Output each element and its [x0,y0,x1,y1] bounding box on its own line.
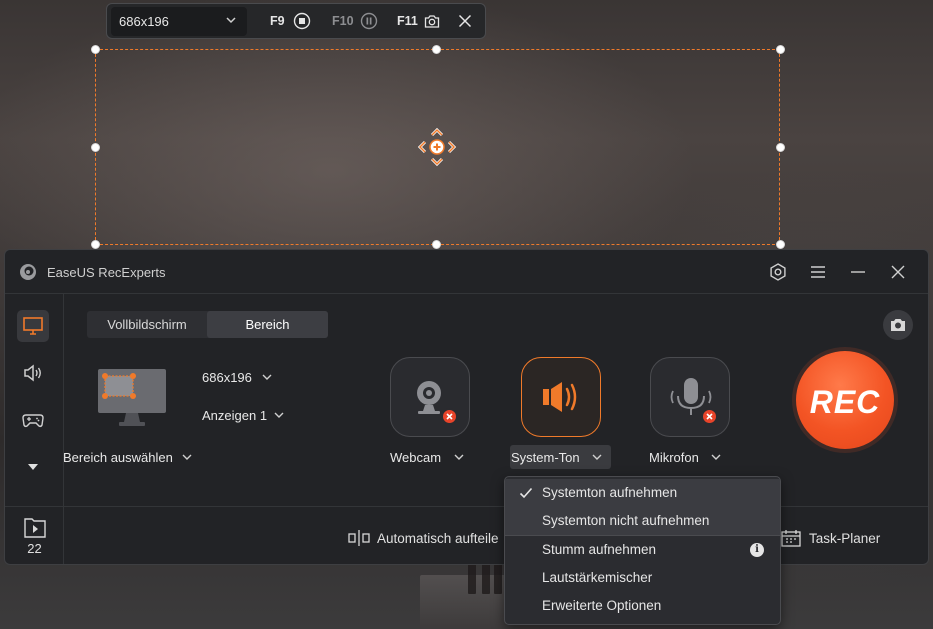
resize-handle-br[interactable] [776,240,785,249]
close-icon[interactable] [888,262,908,282]
region-monitor-icon[interactable] [97,368,167,430]
chevron-down-icon [262,374,272,380]
check-icon [519,487,533,499]
menu-item-label: Systemton aufnehmen [542,485,678,500]
resize-handle-tr[interactable] [776,45,785,54]
region-size-dropdown[interactable]: 686x196 [202,370,272,385]
microphone-icon [670,378,712,415]
resize-handle-l[interactable] [91,143,100,152]
menu-item-label: Stumm aufnehmen [542,542,657,557]
system-sound-button[interactable] [521,357,601,437]
menu-item-advanced-options[interactable]: Erweiterte Optionen [505,592,780,620]
region-size-label: 686x196 [202,370,252,385]
region-size-value: 686x196 [119,14,169,29]
display-label: Anzeigen 1 [202,408,268,423]
system-sound-label: System-Ton [511,450,580,465]
webcam-icon [417,381,441,414]
settings-icon[interactable] [768,262,788,282]
minimize-icon[interactable] [848,262,868,282]
chevron-down-icon [454,454,464,460]
resize-handle-r[interactable] [776,143,785,152]
hotkey-f11: F11 [397,14,418,28]
sidebar-item-game[interactable] [17,404,49,436]
sidebar-more-button[interactable] [17,451,49,483]
menu-item-record-muted[interactable]: Stumm aufnehmen i [505,536,780,564]
pause-icon[interactable] [360,12,378,30]
task-planer-label: Task-Planer [809,531,881,546]
microphone-dropdown[interactable]: Mikrofon [649,450,721,465]
info-icon[interactable]: i [750,543,764,557]
webcam-button[interactable] [390,357,470,437]
stop-icon[interactable] [293,12,311,30]
menu-item-label: Erweiterte Optionen [542,598,662,613]
menu-icon[interactable] [808,262,828,282]
app-logo-icon [20,264,36,280]
select-region-dropdown[interactable]: Bereich auswählen [63,450,192,465]
region-size-select[interactable]: 686x196 [111,7,247,36]
background-figure [482,560,490,594]
select-region-label: Bereich auswählen [63,450,173,465]
chevron-down-icon [274,412,284,418]
resize-handle-b[interactable] [432,240,441,249]
more-down-icon [28,464,38,470]
resize-handle-t[interactable] [432,45,441,54]
auto-split-button[interactable]: Automatisch aufteile [347,529,499,547]
recexperts-window: EaseUS RecExperts 22 Vollbildschirm Bere… [4,249,929,565]
menu-item-no-system-sound[interactable]: Systemton nicht aufnehmen [505,507,780,535]
chevron-down-icon [592,454,602,460]
menu-item-record-system-sound[interactable]: Systemton aufnehmen [505,479,780,507]
microphone-button[interactable] [650,357,730,437]
move-icon[interactable] [415,125,459,169]
play-folder-icon [24,518,46,538]
split-icon [348,530,370,546]
webcam-dropdown[interactable]: Webcam [390,450,464,465]
disabled-badge-icon [441,408,458,425]
chevron-down-icon [711,454,721,460]
screenshot-button[interactable] [883,310,913,340]
hotkey-f10: F10 [332,14,354,28]
task-planer-button[interactable]: Task-Planer [781,529,880,547]
menu-item-label: Lautstärkemischer [542,570,653,585]
speaker-icon [543,382,577,412]
webcam-label: Webcam [390,450,442,465]
rec-button[interactable]: REC [796,351,894,449]
camera-icon [891,319,905,331]
resize-handle-bl[interactable] [91,240,100,249]
rec-label: REC [809,384,881,420]
hotkey-f9: F9 [270,14,285,28]
region-toolbar: 686x196 F9 F10 F11 [106,3,486,39]
recordings-count: 22 [27,541,42,556]
sidebar [5,294,64,506]
screen-icon [23,317,43,335]
close-icon[interactable] [456,12,474,30]
tab-fullscreen[interactable]: Vollbildschirm [87,311,207,338]
background-figure [494,560,502,594]
menu-item-label: Systemton nicht aufnehmen [542,513,710,528]
camera-icon[interactable] [423,12,441,30]
sidebar-item-audio[interactable] [17,357,49,389]
auto-split-label: Automatisch aufteile [377,531,499,546]
background-figure [468,560,476,594]
audio-icon [24,364,41,382]
microphone-label: Mikrofon [649,450,699,465]
recordings-button[interactable]: 22 [5,506,64,564]
chevron-down-icon [226,17,236,24]
calendar-icon [781,530,801,547]
disabled-badge-icon [701,408,718,425]
resize-handle-tl[interactable] [91,45,100,54]
system-sound-dropdown[interactable]: System-Ton [511,450,602,465]
capture-mode-tabs: Vollbildschirm Bereich [87,311,328,338]
chevron-down-icon [182,454,192,460]
display-dropdown[interactable]: Anzeigen 1 [202,408,284,423]
app-title: EaseUS RecExperts [47,265,166,280]
game-icon [22,414,44,428]
title-bar: EaseUS RecExperts [5,250,928,294]
tab-region[interactable]: Bereich [207,311,328,338]
sidebar-item-screen[interactable] [17,310,49,342]
menu-item-volume-mixer[interactable]: Lautstärkemischer [505,564,780,592]
system-sound-menu: Systemton aufnehmen Systemton nicht aufn… [504,476,781,625]
